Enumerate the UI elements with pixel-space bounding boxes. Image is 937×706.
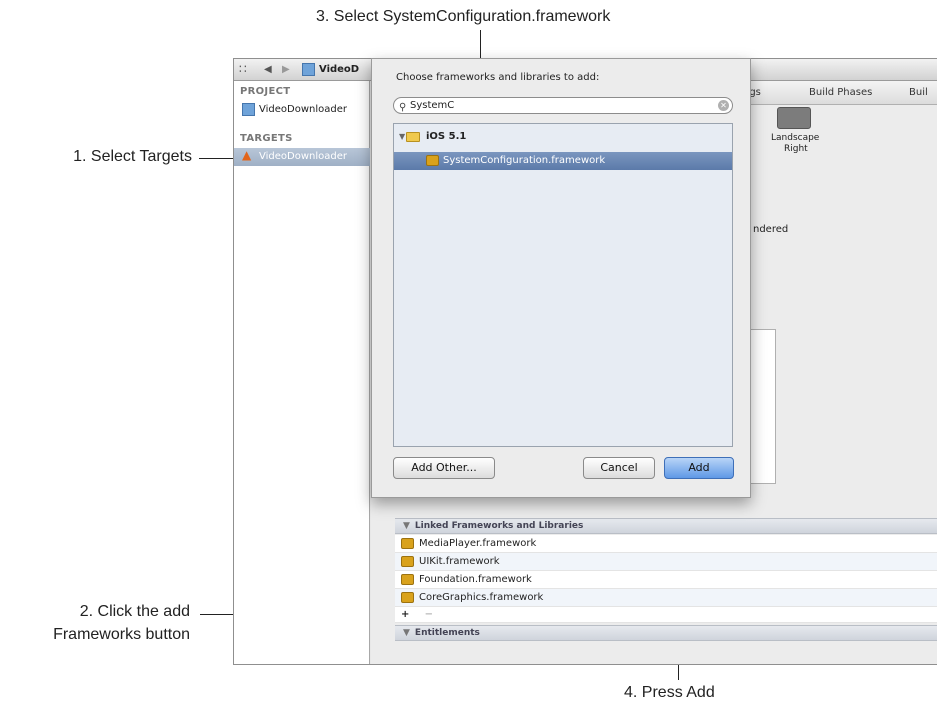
framework-icon	[401, 556, 414, 567]
callout-step-2-line1: 2. Click the add	[79, 603, 190, 620]
grid-icon[interactable]: ∷	[239, 62, 247, 77]
search-value: SystemC	[410, 100, 455, 111]
framework-list: ▼ iOS 5.1 SystemConfiguration.framework	[393, 123, 733, 447]
project-icon	[302, 63, 315, 76]
callout-step-1: 1. Select Targets	[73, 148, 192, 165]
framework-search-input[interactable]: ⚲ SystemC ✕	[393, 97, 733, 114]
project-item[interactable]: VideoDownloader	[234, 101, 370, 119]
right-label: Right	[784, 144, 808, 154]
target-item[interactable]: ▲ VideoDownloader	[234, 148, 370, 166]
back-arrow-icon[interactable]: ◀	[264, 62, 272, 77]
framework-icon	[401, 538, 414, 549]
add-other-button[interactable]: Add Other...	[393, 457, 495, 479]
framework-icon	[426, 155, 439, 166]
framework-row[interactable]: UIKit.framework	[395, 553, 937, 571]
choose-frameworks-sheet: Choose frameworks and libraries to add: …	[371, 58, 751, 498]
group-row-ios[interactable]: ▼ iOS 5.1	[394, 128, 732, 146]
entitlements-header[interactable]: ▼ Entitlements	[395, 625, 937, 641]
forward-arrow-icon[interactable]: ▶	[282, 62, 290, 77]
framework-row[interactable]: Foundation.framework	[395, 571, 937, 589]
disclosure-triangle-icon: ▼	[403, 521, 410, 531]
framework-row[interactable]: MediaPlayer.framework	[395, 535, 937, 553]
landscape-right-icon[interactable]	[777, 107, 811, 129]
app-target-icon: ▲	[242, 148, 252, 162]
project-header: PROJECT	[240, 86, 291, 97]
framework-icon	[401, 574, 414, 585]
linked-frameworks-header[interactable]: ▼ Linked Frameworks and Libraries	[395, 518, 937, 534]
breadcrumb[interactable]: VideoD	[319, 62, 359, 77]
tab-build-rules[interactable]: Buil	[909, 87, 928, 98]
entitlements-body	[395, 642, 937, 664]
landscape-label: Landscape	[771, 133, 820, 143]
callout-step-4: 4. Press Add	[624, 684, 715, 701]
add-remove-bar: + −	[395, 607, 937, 623]
remove-framework-button[interactable]: −	[425, 609, 433, 620]
tab-build-phases[interactable]: Build Phases	[809, 87, 872, 98]
project-navigator: PROJECT VideoDownloader TARGETS ▲ VideoD…	[234, 81, 370, 664]
rendered-text: ndered	[753, 224, 789, 235]
framework-icon	[401, 592, 414, 603]
cancel-button[interactable]: Cancel	[583, 457, 655, 479]
clear-search-icon[interactable]: ✕	[718, 100, 729, 111]
project-file-icon	[242, 103, 255, 116]
add-framework-button[interactable]: +	[401, 609, 409, 620]
sheet-title: Choose frameworks and libraries to add:	[396, 72, 600, 83]
disclosure-triangle-icon: ▼	[403, 628, 410, 638]
disclosure-triangle-icon[interactable]: ▼	[399, 128, 405, 146]
selected-framework-row[interactable]: SystemConfiguration.framework	[394, 152, 732, 170]
callout-step-3: 3. Select SystemConfiguration.framework	[316, 8, 611, 25]
framework-row[interactable]: CoreGraphics.framework	[395, 589, 937, 607]
search-icon: ⚲	[399, 102, 407, 113]
add-button[interactable]: Add	[664, 457, 734, 479]
callout-step-2-line2: Frameworks button	[53, 626, 190, 643]
targets-header: TARGETS	[240, 133, 293, 144]
callout-step-1-line	[199, 158, 235, 159]
folder-icon	[406, 132, 420, 142]
